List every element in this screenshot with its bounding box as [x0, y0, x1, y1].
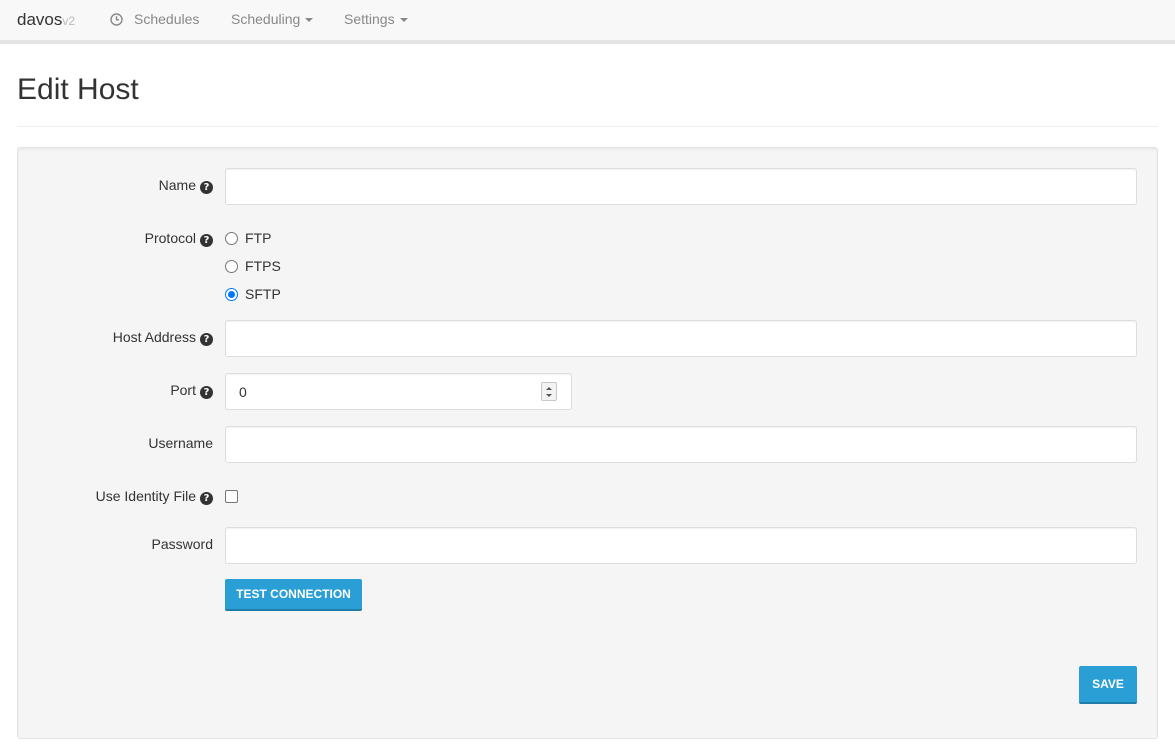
- password-input[interactable]: [225, 527, 1137, 564]
- port-label: Port?: [170, 382, 213, 399]
- radio-sftp-label: SFTP: [245, 286, 281, 302]
- nav-schedules-label: Schedules: [134, 11, 200, 27]
- navbar: davosv2 Schedules Scheduling Settings: [0, 0, 1175, 44]
- port-input[interactable]: 0: [225, 373, 572, 410]
- help-icon[interactable]: ?: [200, 333, 213, 346]
- protocol-option-ftps[interactable]: FTPS: [225, 258, 281, 274]
- save-button[interactable]: SAVE: [1079, 666, 1137, 704]
- radio-ftps-label: FTPS: [245, 258, 281, 274]
- password-label: Password: [152, 536, 213, 552]
- caret-down-icon: [305, 18, 314, 23]
- use-identity-file-label-text: Use Identity File: [95, 488, 196, 504]
- help-icon[interactable]: ?: [200, 181, 213, 194]
- spin-up-icon[interactable]: [546, 387, 552, 390]
- use-identity-file-checkbox[interactable]: [225, 490, 238, 503]
- host-address-label: Host Address?: [113, 329, 213, 346]
- brand-logo[interactable]: davosv2: [17, 10, 75, 30]
- radio-ftp-label: FTP: [245, 230, 272, 246]
- brand-version: v2: [62, 14, 76, 28]
- nav-scheduling-label: Scheduling: [231, 11, 301, 27]
- username-input[interactable]: [225, 426, 1137, 463]
- title-divider: [17, 126, 1158, 127]
- radio-ftp[interactable]: [225, 232, 238, 245]
- host-address-label-text: Host Address: [112, 329, 196, 345]
- help-icon[interactable]: ?: [200, 234, 213, 247]
- nav-schedules[interactable]: Schedules: [110, 11, 199, 29]
- protocol-label: Protocol?: [145, 230, 213, 247]
- test-connection-button[interactable]: TEST CONNECTION: [225, 579, 362, 611]
- username-label-text: Username: [148, 435, 213, 451]
- host-address-input[interactable]: [225, 320, 1137, 357]
- page-title: Edit Host: [17, 73, 139, 106]
- protocol-option-sftp[interactable]: SFTP: [225, 286, 281, 302]
- password-label-text: Password: [151, 536, 213, 552]
- port-spinner[interactable]: [541, 382, 557, 401]
- protocol-option-ftp[interactable]: FTP: [225, 230, 271, 246]
- brand-name: davos: [17, 10, 63, 29]
- username-label: Username: [148, 435, 213, 451]
- protocol-label-text: Protocol: [144, 230, 196, 246]
- name-label-text: Name: [158, 177, 196, 193]
- nav-scheduling-dropdown[interactable]: Scheduling: [231, 11, 314, 27]
- caret-down-icon: [399, 18, 408, 23]
- name-input[interactable]: [225, 168, 1137, 205]
- radio-ftps[interactable]: [225, 260, 238, 273]
- nav-settings-dropdown[interactable]: Settings: [344, 11, 408, 27]
- help-icon[interactable]: ?: [200, 492, 213, 505]
- port-label-text: Port: [170, 382, 196, 398]
- spin-down-icon[interactable]: [546, 394, 552, 397]
- radio-sftp[interactable]: [225, 288, 238, 301]
- use-identity-file-label: Use Identity File?: [96, 488, 213, 505]
- name-label: Name?: [159, 177, 213, 194]
- clock-icon: [110, 13, 123, 29]
- nav-settings-label: Settings: [344, 11, 395, 27]
- help-icon[interactable]: ?: [200, 386, 213, 399]
- port-value: 0: [239, 384, 247, 400]
